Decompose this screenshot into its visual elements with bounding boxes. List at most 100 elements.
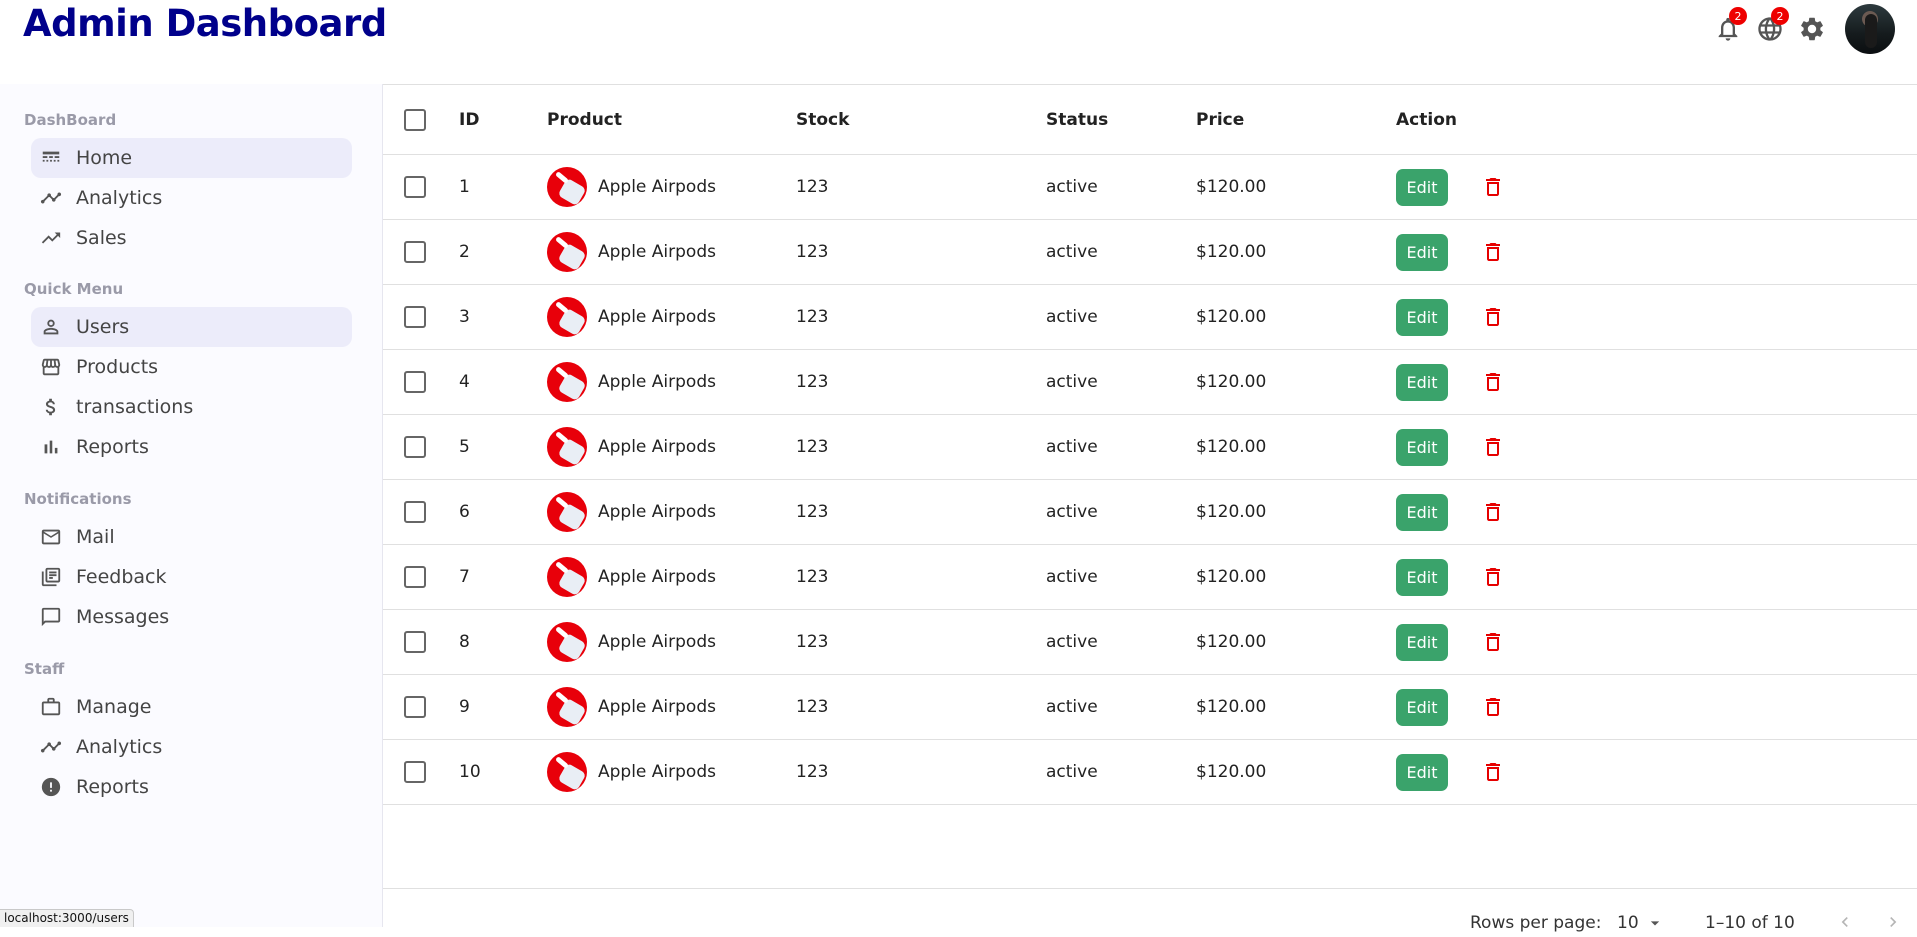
sidebar-item-sales[interactable]: Sales: [31, 218, 352, 258]
sidebar-item-products[interactable]: Products: [31, 347, 352, 387]
next-page-button[interactable]: [1883, 912, 1903, 932]
delete-button[interactable]: [1480, 368, 1506, 396]
edit-button[interactable]: Edit: [1396, 428, 1448, 466]
delete-button[interactable]: [1480, 758, 1506, 786]
cell-status: active: [1046, 372, 1098, 392]
sidebar-item-analytics[interactable]: Analytics: [31, 178, 352, 218]
cell-action: Edit: [1396, 285, 1506, 349]
delete-button[interactable]: [1480, 173, 1506, 201]
avatar[interactable]: [1845, 4, 1895, 54]
edit-button[interactable]: Edit: [1396, 558, 1448, 596]
edit-button[interactable]: Edit: [1396, 298, 1448, 336]
sidebar-item-home[interactable]: Home: [31, 138, 352, 178]
cell-stock: 123: [796, 567, 829, 587]
edit-button[interactable]: Edit: [1396, 688, 1448, 726]
product-image: [547, 557, 587, 597]
row-checkbox[interactable]: [404, 631, 426, 653]
cell-price: $120.00: [1196, 502, 1267, 522]
row-checkbox[interactable]: [404, 696, 426, 718]
table-row[interactable]: 6 Apple Airpods 123 active $120.00 Edit: [383, 480, 1917, 545]
notifications-button[interactable]: 2: [1707, 7, 1749, 50]
delete-button[interactable]: [1480, 628, 1506, 656]
column-header-status[interactable]: Status: [1046, 85, 1108, 154]
gear-icon: [1801, 17, 1823, 41]
table-row[interactable]: 4 Apple Airpods 123 active $120.00 Edit: [383, 350, 1917, 415]
select-all-checkbox[interactable]: [404, 108, 426, 131]
row-checkbox[interactable]: [404, 306, 426, 328]
row-checkbox-cell: [404, 545, 426, 609]
table-row[interactable]: 8 Apple Airpods 123 active $120.00 Edit: [383, 610, 1917, 675]
cell-stock: 123: [796, 307, 829, 327]
topbar: Admin Dashboard 2 2: [0, 0, 1917, 84]
sidebar-item-mail[interactable]: Mail: [31, 517, 352, 557]
row-checkbox[interactable]: [404, 566, 426, 588]
column-header-product[interactable]: Product: [547, 85, 622, 154]
delete-button[interactable]: [1480, 693, 1506, 721]
row-checkbox[interactable]: [404, 241, 426, 263]
sidebar-item-reports[interactable]: Reports: [31, 427, 352, 467]
row-checkbox[interactable]: [404, 436, 426, 458]
delete-button[interactable]: [1480, 303, 1506, 331]
product-name: Apple Airpods: [598, 372, 716, 392]
product-image: [547, 167, 587, 207]
product-image: [547, 622, 587, 662]
cell-stock: 123: [796, 697, 829, 717]
delete-button[interactable]: [1480, 433, 1506, 461]
delete-button[interactable]: [1480, 563, 1506, 591]
trending-up-icon: [38, 225, 64, 251]
table-row[interactable]: 9 Apple Airpods 123 active $120.00 Edit: [383, 675, 1917, 740]
delete-button[interactable]: [1480, 498, 1506, 526]
sidebar-item-label: Reports: [76, 436, 149, 458]
row-checkbox[interactable]: [404, 761, 426, 783]
row-checkbox[interactable]: [404, 501, 426, 523]
cell-action: Edit: [1396, 480, 1506, 544]
cell-id: 2: [459, 242, 470, 262]
app-title[interactable]: Admin Dashboard: [23, 2, 387, 45]
edit-button[interactable]: Edit: [1396, 168, 1448, 206]
settings-button[interactable]: [1791, 8, 1833, 50]
sidebar-item-transactions[interactable]: transactions: [31, 387, 352, 427]
product-image: [547, 687, 587, 727]
sidebar-item-label: Users: [76, 316, 130, 338]
table-row[interactable]: 5 Apple Airpods 123 active $120.00 Edit: [383, 415, 1917, 480]
cell-product: Apple Airpods: [547, 155, 716, 219]
previous-page-button[interactable]: [1835, 912, 1855, 932]
table-row[interactable]: 10 Apple Airpods 123 active $120.00 Edit: [383, 740, 1917, 805]
row-checkbox-cell: [404, 285, 426, 349]
sidebar-item-users[interactable]: Users: [31, 307, 352, 347]
sidebar-item-messages[interactable]: Messages: [31, 597, 352, 637]
row-checkbox[interactable]: [404, 176, 426, 198]
cell-stock: 123: [796, 762, 829, 782]
edit-button[interactable]: Edit: [1396, 493, 1448, 531]
table-row[interactable]: 1 Apple Airpods 123 active $120.00 Edit: [383, 155, 1917, 220]
edit-button[interactable]: Edit: [1396, 363, 1448, 401]
delete-button[interactable]: [1480, 238, 1506, 266]
row-checkbox[interactable]: [404, 371, 426, 393]
pagination: Rows per page: 10 1–10 of 10: [383, 888, 1917, 933]
rows-per-page-select[interactable]: 10: [1617, 913, 1665, 933]
sidebar-item-staff-reports[interactable]: Reports: [31, 767, 352, 807]
user-icon: [38, 314, 64, 340]
table-row[interactable]: 3 Apple Airpods 123 active $120.00 Edit: [383, 285, 1917, 350]
sidebar-item-staff-analytics[interactable]: Analytics: [31, 727, 352, 767]
product-name: Apple Airpods: [598, 762, 716, 782]
product-image: [547, 427, 587, 467]
sidebar-item-manage[interactable]: Manage: [31, 687, 352, 727]
rows-per-page-value: 10: [1617, 913, 1639, 933]
edit-button[interactable]: Edit: [1396, 623, 1448, 661]
column-header-price[interactable]: Price: [1196, 85, 1244, 154]
trash-icon: [1486, 438, 1500, 456]
cell-product: Apple Airpods: [547, 220, 716, 284]
edit-button[interactable]: Edit: [1396, 233, 1448, 271]
column-header-stock[interactable]: Stock: [796, 85, 849, 154]
language-button[interactable]: 2: [1749, 7, 1791, 50]
column-header-id[interactable]: ID: [459, 85, 479, 154]
table-row[interactable]: 2 Apple Airpods 123 active $120.00 Edit: [383, 220, 1917, 285]
edit-button[interactable]: Edit: [1396, 753, 1448, 791]
sidebar-item-feedback[interactable]: Feedback: [31, 557, 352, 597]
table-row[interactable]: 7 Apple Airpods 123 active $120.00 Edit: [383, 545, 1917, 610]
column-header-action[interactable]: Action: [1396, 85, 1457, 154]
trash-icon: [1486, 763, 1500, 781]
dashboard-icon: [38, 145, 64, 171]
cell-price: $120.00: [1196, 437, 1267, 457]
